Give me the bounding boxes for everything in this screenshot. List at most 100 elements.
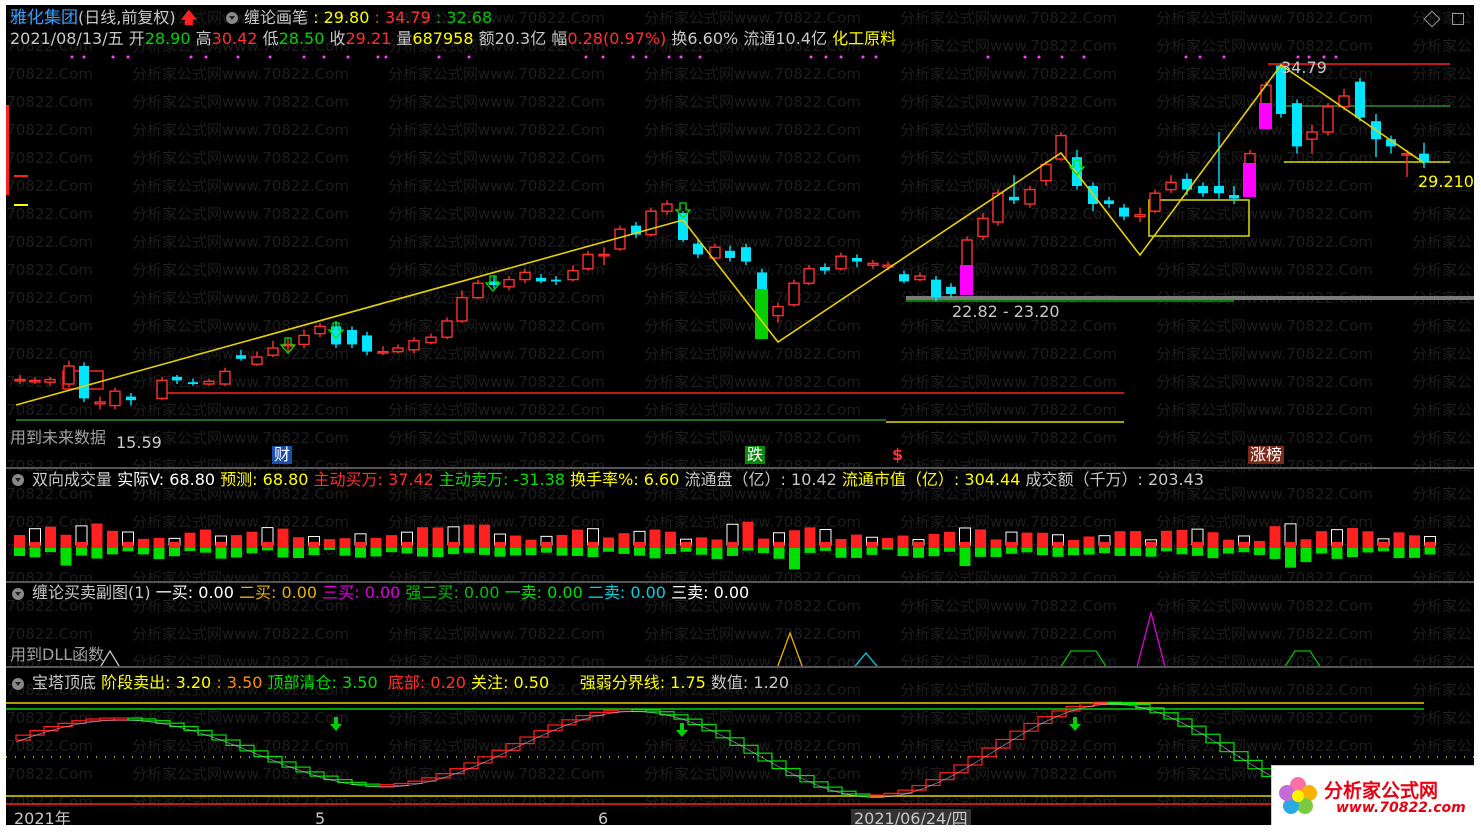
candle-up	[1165, 181, 1177, 191]
tower-block	[1247, 759, 1263, 770]
candle-down	[725, 250, 735, 258]
tower-block	[85, 718, 101, 722]
candle-up	[835, 255, 847, 270]
volume-bar-net	[1300, 542, 1312, 548]
volume-bar-net	[432, 542, 444, 548]
close-value: 29.21	[345, 29, 392, 48]
value-value: : 1.20	[742, 673, 790, 692]
volume-bar-net	[1037, 542, 1048, 548]
tower-block	[309, 771, 325, 777]
volume-bar-net	[804, 542, 816, 548]
volume-bar-buy	[479, 524, 490, 545]
float-shares-label: 流通盘（亿）	[684, 470, 781, 489]
change-value: 0.28(0.97%)	[567, 29, 667, 48]
candle-up	[788, 282, 800, 306]
volume-bar-net	[370, 542, 382, 548]
tower-block	[141, 718, 157, 722]
volume-panel-menu-icon[interactable]	[12, 474, 24, 486]
sell-arrow-icon	[676, 723, 688, 737]
stage-sell-value: : 3.20	[165, 673, 212, 692]
volume-bar-net	[169, 542, 180, 548]
volume-bar-net	[1331, 542, 1343, 548]
signal-dot	[809, 55, 813, 59]
float-label: 流通	[743, 29, 776, 48]
tower-block	[1233, 751, 1249, 762]
event-badge[interactable]: $	[890, 446, 905, 464]
tower-block	[743, 744, 759, 754]
sell2-label: 二卖	[587, 583, 620, 602]
drop-badge[interactable]: 跌	[745, 446, 766, 464]
float-cap-label: 流通市值（亿）	[841, 470, 954, 489]
indicator-name[interactable]: 缠论画笔	[244, 8, 308, 27]
signal-peak-cyan	[853, 651, 879, 667]
tower-block	[435, 773, 451, 779]
candle-up	[267, 347, 279, 356]
bottom-value: : 0.20	[419, 673, 466, 692]
buy3-label: 三买	[322, 583, 355, 602]
candle-down	[172, 376, 182, 381]
signal-peak-yellow	[776, 631, 804, 667]
high-value: 30.42	[211, 29, 258, 48]
active-sell-value: : -31.38	[502, 470, 565, 489]
future-data-note: 用到未来数据	[10, 428, 107, 447]
signal-panel-menu-icon[interactable]	[12, 588, 24, 600]
tower-chart[interactable]	[6, 695, 1474, 810]
volume-bar-sell	[1285, 545, 1296, 568]
tower-block	[603, 709, 619, 713]
volume-panel-title[interactable]: 双向成交量	[32, 470, 112, 489]
indicator-dropdown-icon[interactable]	[226, 12, 238, 24]
buy1-value: : 0.00	[187, 583, 234, 602]
volume-bar-net	[355, 542, 366, 548]
tower-block	[1205, 733, 1221, 744]
signal-chart[interactable]	[6, 605, 1474, 667]
volume-bar-net	[138, 542, 149, 548]
volume-chart[interactable]	[6, 495, 1474, 583]
volume-bar-net	[587, 542, 599, 548]
volume-bar-net	[200, 542, 211, 548]
actual-v-label: 实际V	[117, 470, 159, 489]
candle-up	[598, 253, 610, 257]
candle-down	[820, 267, 830, 271]
volume-bar-net	[246, 542, 258, 548]
period-label[interactable]: (日线,前复权)	[78, 8, 176, 27]
turnover-amount-value: : 203.43	[1137, 470, 1204, 489]
magenta-candle	[960, 265, 973, 295]
volume-bar-net	[990, 542, 1002, 548]
limit-up-badge[interactable]: 涨榜	[1248, 446, 1285, 464]
volume-bar-net	[324, 542, 335, 548]
time-axis-year: 2021年	[14, 809, 71, 825]
volume-bar-net	[91, 542, 103, 548]
tower-block	[771, 760, 787, 770]
volume-bar-net	[1409, 542, 1420, 548]
volume-bar-net	[1161, 542, 1172, 548]
candle-down	[1355, 81, 1365, 118]
volume-bar-net	[572, 542, 583, 548]
tower-panel-menu-icon[interactable]	[12, 678, 24, 690]
stock-name[interactable]: 雅化集团	[10, 8, 78, 28]
turnover-value: 6.60%	[687, 29, 739, 48]
signal-dot	[82, 55, 86, 59]
divider-line-value: : 1.75	[659, 673, 706, 692]
volume-bar-net	[975, 542, 986, 548]
signal-panel-title[interactable]: 缠论买卖副图(1)	[32, 583, 151, 602]
volume-bar-net	[1145, 542, 1157, 548]
panel-divider[interactable]	[6, 666, 1474, 668]
signal-dot	[1082, 55, 1086, 59]
signal-dot	[698, 55, 702, 59]
main-kline-chart[interactable]	[6, 5, 1474, 467]
candle-up	[298, 334, 310, 346]
sector-tag[interactable]: 化工原料	[832, 29, 896, 48]
indicator-value-3: : 32.68	[435, 8, 493, 27]
maximize-icon[interactable]	[1452, 13, 1464, 25]
top-clear-value: : 3.50	[331, 673, 378, 692]
signal-panel-header: 缠论买卖副图(1) 一买: 0.00 二买: 0.00 三买: 0.00 强二买…	[32, 583, 749, 603]
finance-badge[interactable]: 财	[272, 446, 293, 464]
candle-up	[219, 370, 231, 385]
signal-dot	[824, 55, 828, 59]
tower-panel-title[interactable]: 宝塔顶底	[32, 673, 96, 692]
chart-window[interactable]: 分析家公式网www.70822.Com分析家公式网www.70822.Com分析…	[6, 5, 1474, 825]
signal-plateau-green	[1283, 650, 1322, 667]
panel-divider[interactable]	[6, 467, 1474, 469]
candle-up	[156, 379, 168, 400]
volume-bar-net	[634, 542, 645, 548]
